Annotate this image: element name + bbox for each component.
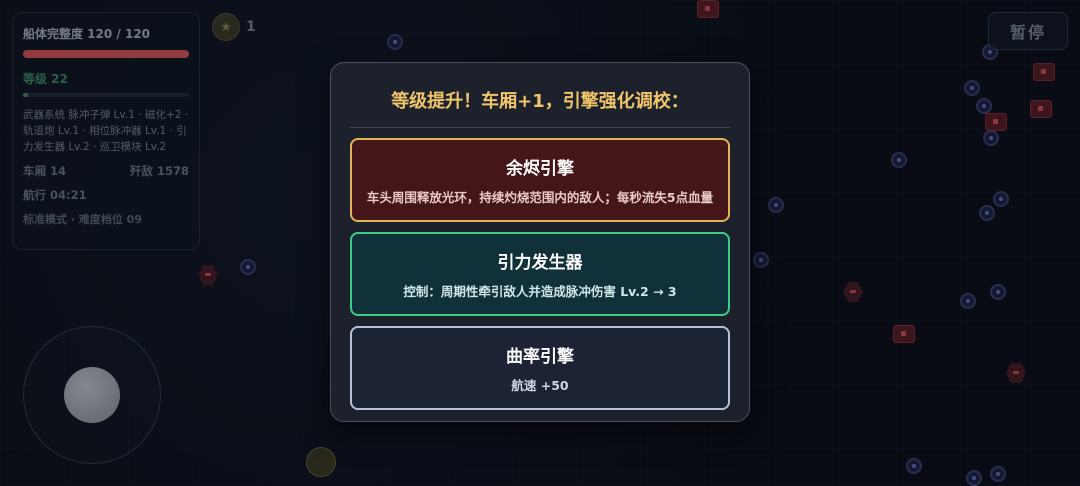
divider [350, 127, 730, 128]
option-description: 航速 +50 [511, 378, 569, 393]
option-name: 引力发生器 [497, 253, 583, 273]
dialog-title: 等级提升！车厢+1，引擎强化调校： [391, 91, 689, 112]
option-description: 车头周围释放光环，持续灼烧范围内的敌人；每秒流失5点血量 [366, 190, 714, 205]
option-name: 曲率引擎 [506, 347, 574, 367]
level-up-dialog: 等级提升！车厢+1，引擎强化调校： 余烬引擎 车头周围释放光环，持续灼烧范围内的… [330, 62, 750, 422]
option-name: 余烬引擎 [506, 159, 574, 179]
upgrade-option-ember-engine[interactable]: 余烬引擎 车头周围释放光环，持续灼烧范围内的敌人；每秒流失5点血量 [350, 138, 730, 222]
upgrade-option-gravity-generator[interactable]: 引力发生器 控制：周期性牵引敌人并造成脉冲伤害 Lv.2 → 3 [350, 232, 730, 316]
option-description: 控制：周期性牵引敌人并造成脉冲伤害 Lv.2 → 3 [403, 284, 677, 299]
upgrade-option-warp-engine[interactable]: 曲率引擎 航速 +50 [350, 326, 730, 410]
